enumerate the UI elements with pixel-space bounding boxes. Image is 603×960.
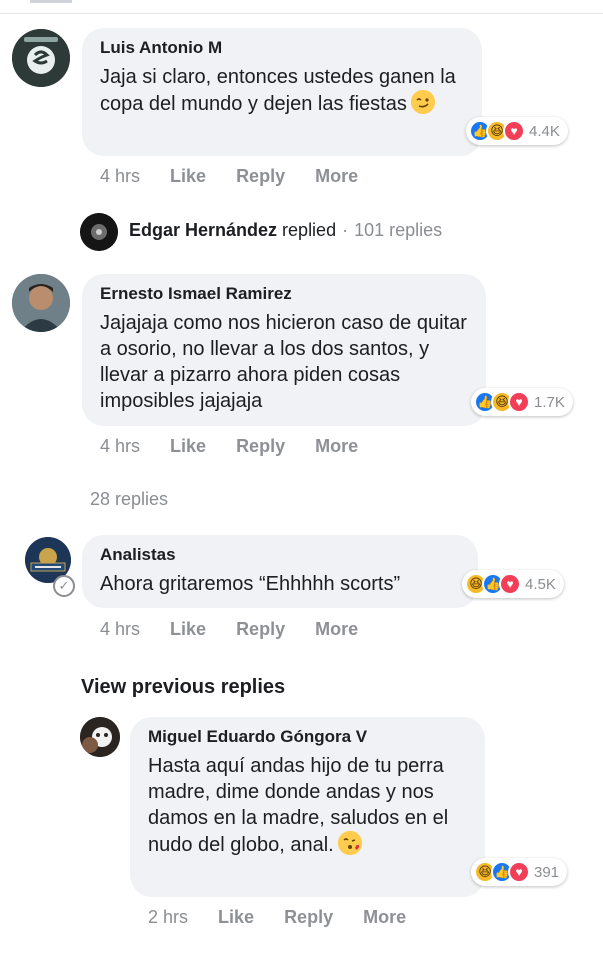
reaction-count: 391 xyxy=(534,863,560,881)
comment-timestamp: 4 hrs xyxy=(100,166,141,186)
like-button[interactable]: Like xyxy=(170,436,206,457)
avatar-edgar[interactable] xyxy=(80,213,118,251)
like-button[interactable]: Like xyxy=(170,166,206,187)
like-button[interactable]: Like xyxy=(170,619,206,640)
comment-author[interactable]: Ernesto Ismael Ramirez xyxy=(100,284,468,304)
reaction-count: 4.5K xyxy=(525,575,556,593)
replies-count[interactable]: 101 replies xyxy=(354,220,442,241)
reactions-summary[interactable]: 👍 😆 ♥ 1.7K xyxy=(471,388,573,416)
replier-name[interactable]: Edgar Hernández xyxy=(129,220,277,241)
top-divider xyxy=(0,0,603,14)
replied-verb: replied xyxy=(282,220,337,240)
avatar-ernesto[interactable] xyxy=(12,274,70,332)
more-button[interactable]: More xyxy=(363,907,406,928)
avatar-luis[interactable] xyxy=(12,29,70,87)
reply-button[interactable]: Reply xyxy=(236,166,285,187)
comment-actions: 4 hrs Like Reply More xyxy=(100,436,388,457)
avatar-photo-icon xyxy=(80,717,120,757)
reply-button[interactable]: Reply xyxy=(236,619,285,640)
more-button[interactable]: More xyxy=(315,436,358,457)
comment-author[interactable]: Analistas xyxy=(100,545,460,565)
comment-timestamp: 4 hrs xyxy=(100,619,141,639)
heart-icon: ♥ xyxy=(503,120,525,142)
heart-icon: ♥ xyxy=(508,391,530,413)
reply-button[interactable]: Reply xyxy=(284,907,333,928)
more-button[interactable]: More xyxy=(315,619,358,640)
comment-timestamp: 2 hrs xyxy=(148,907,189,927)
reaction-count: 1.7K xyxy=(534,393,565,411)
avatar-photo-icon xyxy=(12,274,70,332)
like-button[interactable]: Like xyxy=(218,907,254,928)
heart-icon: ♥ xyxy=(508,861,530,883)
comment-text: Hasta aquí andas hijo de tu perra madre,… xyxy=(148,755,449,856)
heart-icon: ♥ xyxy=(499,573,521,595)
avatar-dark-icon xyxy=(80,213,118,251)
avatar-logo-icon xyxy=(12,29,70,87)
view-previous-replies-link[interactable]: View previous replies xyxy=(81,676,285,699)
comment-text: Jajajaja como nos hicieron caso de quita… xyxy=(100,312,467,412)
reaction-count: 4.4K xyxy=(529,122,560,140)
comment-author[interactable]: Luis Antonio M xyxy=(100,38,464,58)
comment-bubble: Analistas Ahora gritaremos “Ehhhhh scort… xyxy=(82,535,478,608)
comment-actions: 2 hrs Like Reply More xyxy=(148,907,436,928)
comment-text: Ahora gritaremos “Ehhhhh scorts” xyxy=(100,573,401,595)
top-tab-indicator xyxy=(30,0,72,3)
comment-bubble: Miguel Eduardo Góngora V Hasta aquí anda… xyxy=(130,717,485,897)
sly-face-emoji-icon xyxy=(410,90,435,114)
comment-bubble: Luis Antonio M Jaja si claro, entonces u… xyxy=(82,28,482,156)
avatar-miguel[interactable] xyxy=(80,717,120,757)
reactions-summary[interactable]: 😆 👍 ♥ 391 xyxy=(471,858,568,886)
more-button[interactable]: More xyxy=(315,166,358,187)
replies-summary-link[interactable]: Edgar Hernández replied · 101 replies xyxy=(129,220,442,241)
comment-author[interactable]: Miguel Eduardo Góngora V xyxy=(148,727,467,747)
kissing-face-emoji-icon xyxy=(337,831,362,855)
reply-button[interactable]: Reply xyxy=(236,436,285,457)
comment-text: Jaja si claro, entonces ustedes ganen la… xyxy=(100,66,456,115)
view-replies-link[interactable]: 28 replies xyxy=(90,489,168,510)
separator-dot: · xyxy=(342,220,349,240)
comment-actions: 4 hrs Like Reply More xyxy=(100,619,388,640)
verified-check-icon: ✓ xyxy=(53,575,75,597)
comment-bubble: Ernesto Ismael Ramirez Jajajaja como nos… xyxy=(82,274,486,426)
comment-actions: 4 hrs Like Reply More xyxy=(100,166,388,187)
comment-timestamp: 4 hrs xyxy=(100,436,141,456)
reactions-summary[interactable]: 😆 👍 ♥ 4.5K xyxy=(462,570,564,598)
reactions-summary[interactable]: 👍 😆 ♥ 4.4K xyxy=(466,117,568,145)
